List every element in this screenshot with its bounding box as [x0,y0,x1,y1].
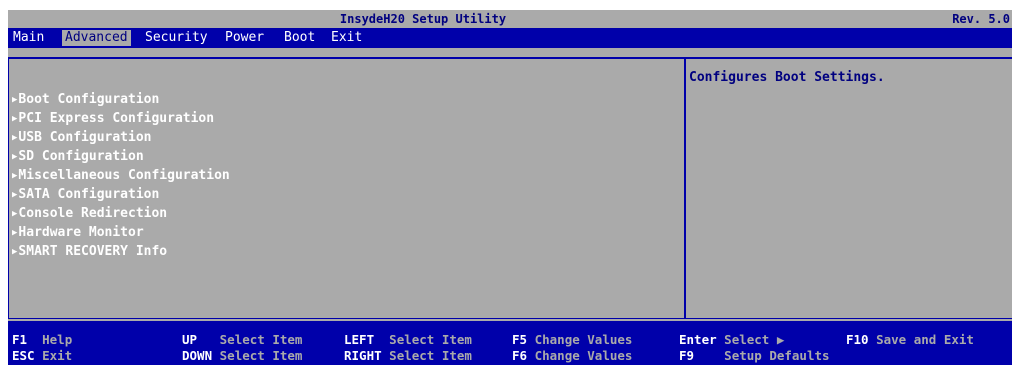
submenu-item-label: USB Configuration [18,130,152,145]
help-pane [685,57,1012,319]
submenu-item-label: Boot Configuration [18,92,160,107]
key-label: F6 [512,348,528,363]
key-f6: F6 Change Values [512,348,632,364]
submenu-item-usb-configuration[interactable]: ▶USB Configuration [12,128,230,147]
key-description: Select ▶ [724,332,785,347]
title-bar: InsydeH20 Setup Utility Rev. 5.0 [8,10,1012,28]
submenu-item-miscellaneous-configuration[interactable]: ▶Miscellaneous Configuration [12,166,230,185]
menu-main[interactable]: Main [10,28,47,48]
submenu-item-sata-configuration[interactable]: ▶SATA Configuration [12,185,230,204]
submenu-item-boot-configuration[interactable]: ▶Boot Configuration [12,90,230,109]
submenu-item-label: Miscellaneous Configuration [18,168,230,183]
submenu-item-label: SMART RECOVERY Info [18,244,168,259]
submenu-item-label: SATA Configuration [18,187,160,202]
menu-boot[interactable]: Boot [281,28,318,48]
key-f9: F9 Setup Defaults [679,348,830,364]
app-title: InsydeH20 Setup Utility [339,12,507,26]
key-label: F9 [679,348,695,363]
submenu-list: ▶Boot Configuration ▶PCI Express Configu… [12,90,230,261]
key-description: Help [42,332,73,347]
key-label: LEFT [344,332,375,347]
menu-advanced[interactable]: Advanced [62,30,131,46]
submenu-arrow-icon: ▶ [12,114,18,124]
submenu-item-console-redirection[interactable]: ▶Console Redirection [12,204,230,223]
key-description: Select Item [219,332,303,347]
key-label: Enter [679,332,717,347]
menu-exit[interactable]: Exit [328,28,365,48]
submenu-arrow-icon: ▶ [12,209,18,219]
key-f10: F10 Save and Exit [846,332,974,348]
submenu-arrow-icon: ▶ [12,171,18,181]
key-down: DOWN Select Item [182,348,302,364]
help-description: Configures Boot Settings. [689,70,885,85]
key-label: F5 [512,332,528,347]
submenu-item-smart-recovery-info[interactable]: ▶SMART RECOVERY Info [12,242,230,261]
key-description: Change Values [534,348,633,363]
key-description: Exit [42,348,73,363]
key-description: Select Item [389,332,472,347]
submenu-arrow-icon: ▶ [12,228,18,238]
key-label: F1 [12,332,28,347]
submenu-item-label: Hardware Monitor [18,225,144,240]
key-label: UP [182,332,198,347]
top-strip [0,0,1012,10]
key-label: ESC [12,348,35,363]
submenu-arrow-icon: ▶ [12,190,18,200]
key-description: Save and Exit [876,332,974,347]
menu-bar: Main Advanced Security Power Boot Exit [8,28,1012,48]
submenu-arrow-icon: ▶ [12,152,18,162]
key-up: UP Select Item [182,332,302,348]
submenu-item-sd-configuration[interactable]: ▶SD Configuration [12,147,230,166]
key-legend: F1 Help ESC Exit UP Select Item DOWN Sel… [8,321,1012,365]
submenu-item-pci-express-configuration[interactable]: ▶PCI Express Configuration [12,109,230,128]
key-enter: Enter Select ▶ [679,332,784,348]
key-description: Change Values [534,332,633,347]
key-description: Setup Defaults [724,348,830,363]
submenu-item-label: Console Redirection [18,206,168,221]
key-right: RIGHT Select Item [344,348,472,364]
key-left: LEFT Select Item [344,332,472,348]
submenu-item-hardware-monitor[interactable]: ▶Hardware Monitor [12,223,230,242]
menu-power[interactable]: Power [222,28,267,48]
key-description: Select Item [389,348,472,363]
key-help: F1 Help [12,332,72,348]
key-label: F10 [846,332,869,347]
submenu-item-label: SD Configuration [18,149,144,164]
submenu-arrow-icon: ▶ [12,133,18,143]
key-label: DOWN [182,348,213,363]
submenu-arrow-icon: ▶ [12,95,18,105]
key-description: Select Item [219,348,303,363]
key-label: RIGHT [344,348,382,363]
pane-divider [684,57,686,319]
submenu-arrow-icon: ▶ [12,247,18,257]
key-f5: F5 Change Values [512,332,632,348]
revision-label: Rev. 5.0 [952,12,1010,26]
menu-security[interactable]: Security [142,28,211,48]
submenu-item-label: PCI Express Configuration [18,111,215,126]
key-exit: ESC Exit [12,348,72,364]
